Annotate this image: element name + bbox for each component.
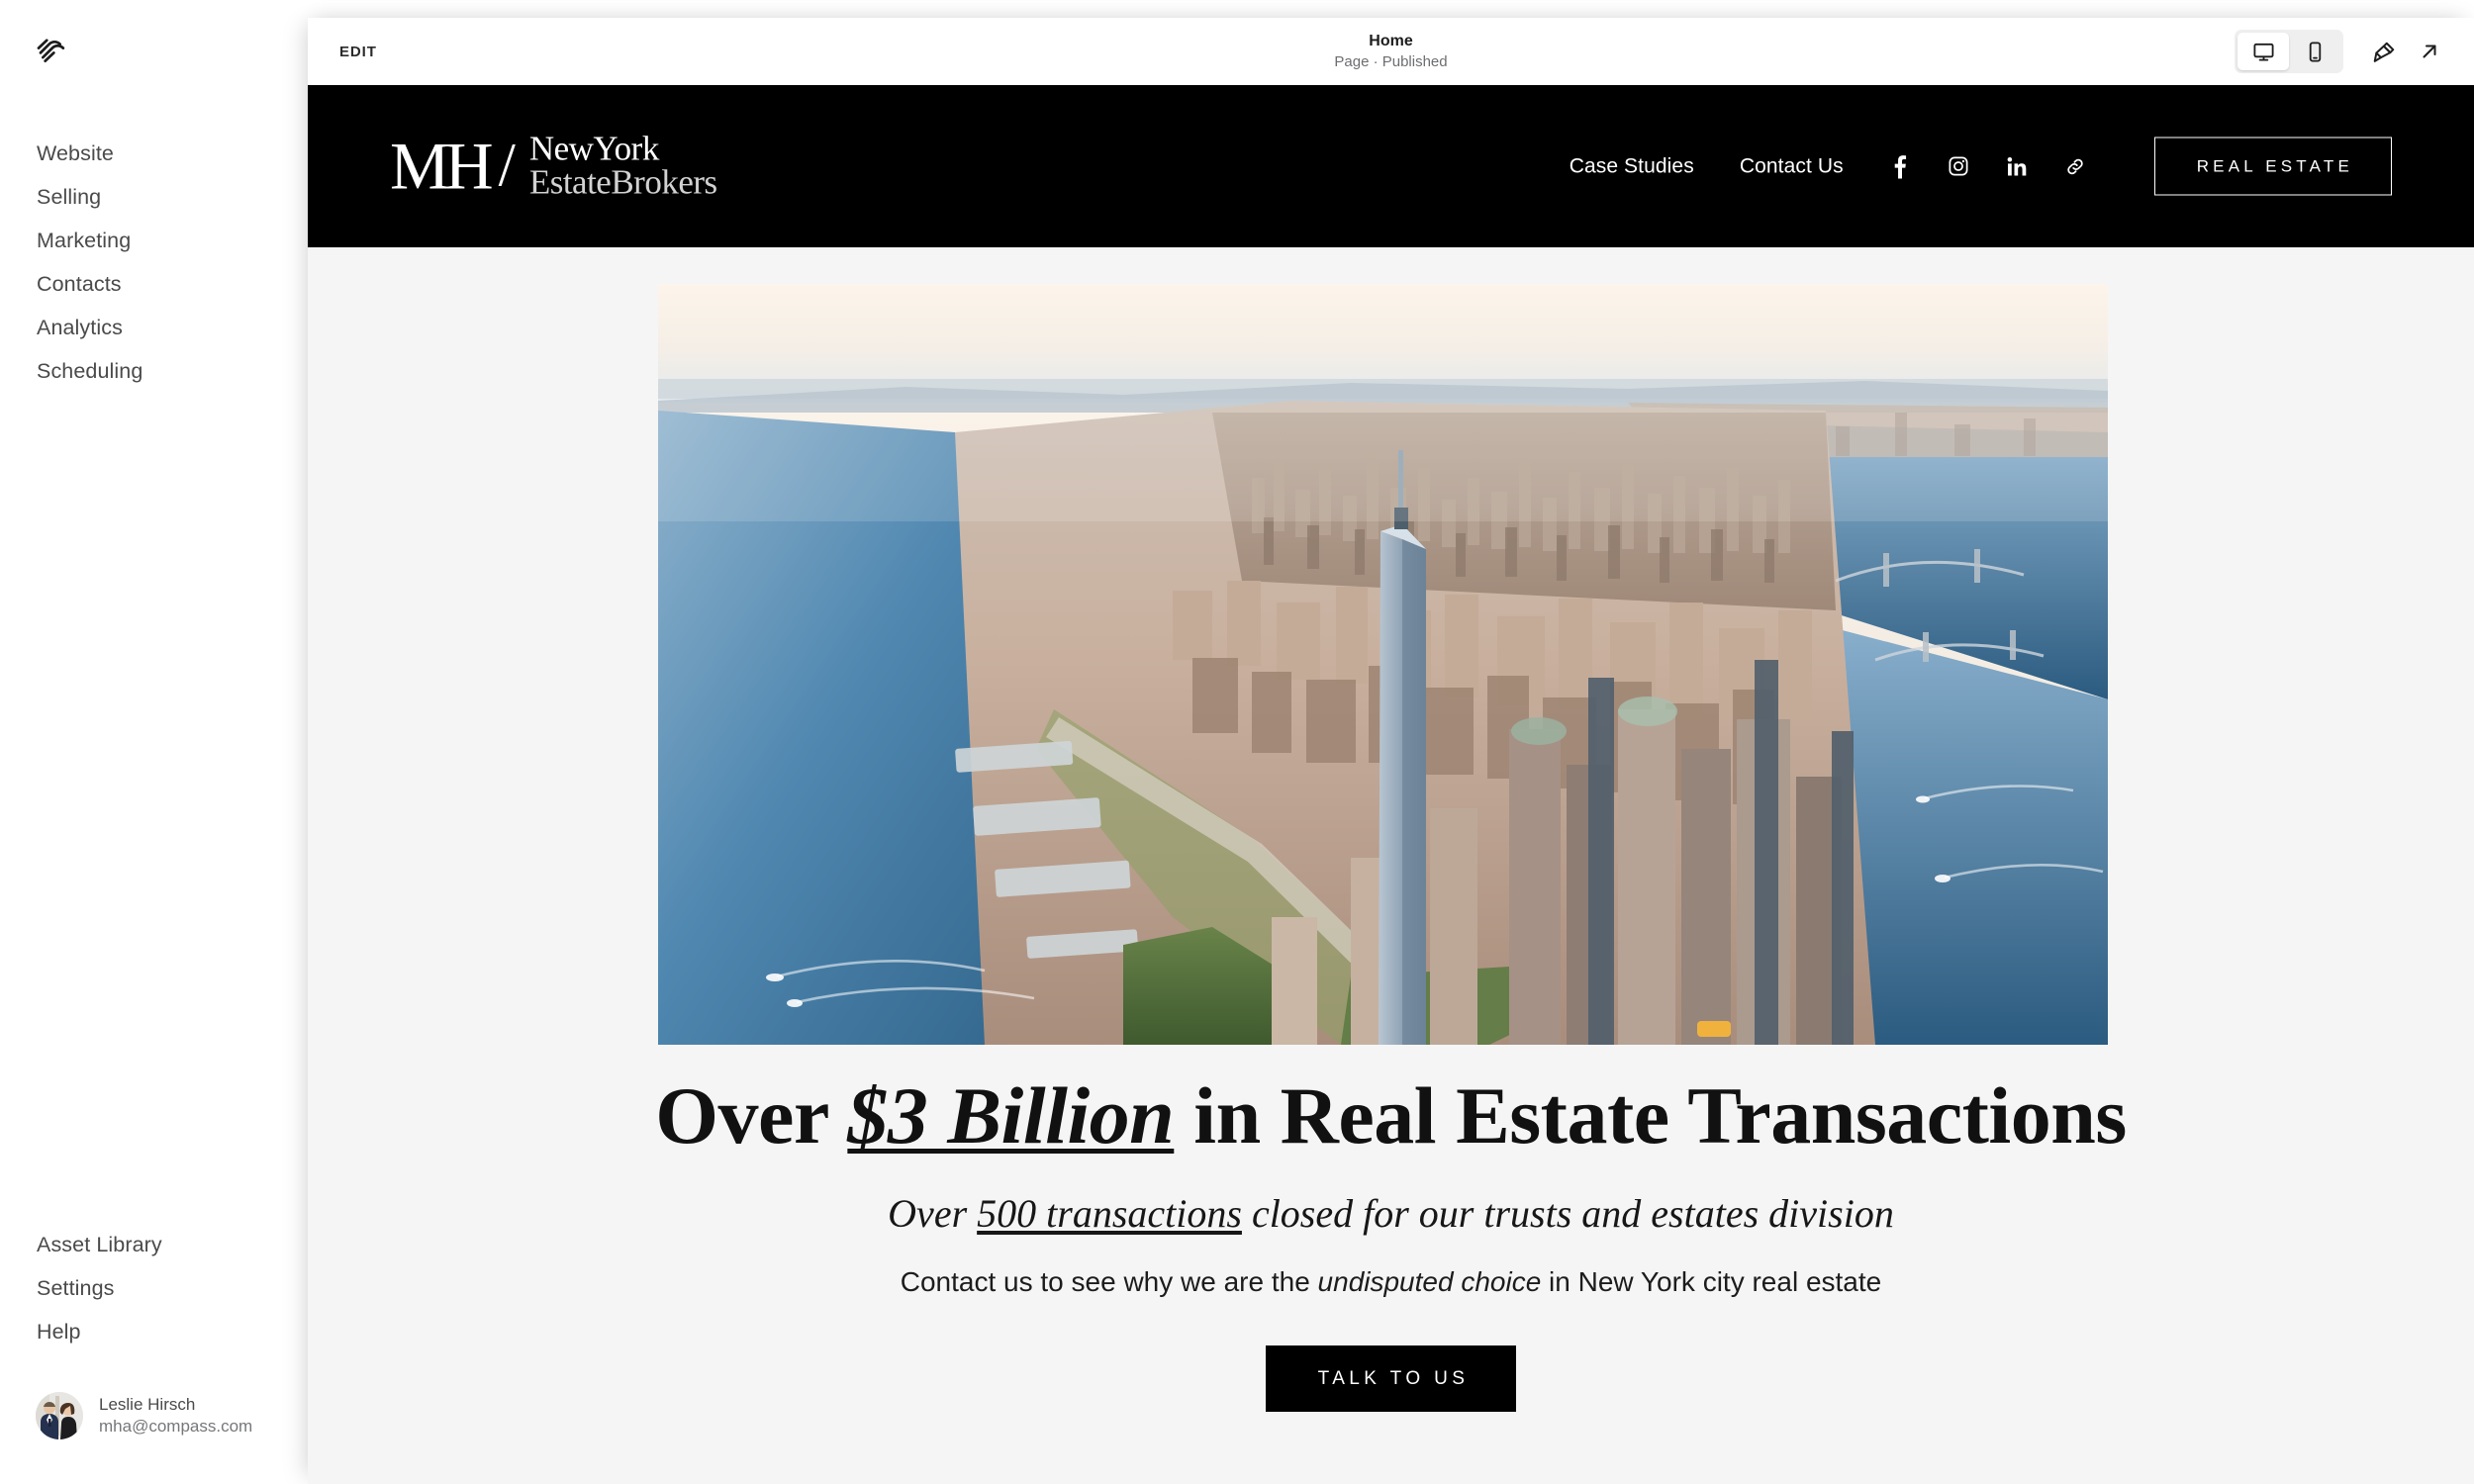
hero-headline: Over $3 Billion in Real Estate Transacti… [308,1070,2474,1160]
avatar [36,1392,83,1439]
account-text: Leslie Hirsch mha@compass.com [99,1395,252,1436]
squarespace-logo-icon[interactable] [36,36,67,65]
brand-slash: / [498,133,516,200]
arrow-up-right-icon[interactable] [2407,29,2452,74]
site-logo[interactable]: MH / NewYork EstateBrokers [390,129,717,204]
sidebar-item-website[interactable]: Website [37,142,143,165]
site-body: Over $3 Billion in Real Estate Transacti… [308,247,2474,1484]
hero-subheadline: Over 500 transactions closed for our tru… [308,1190,2474,1237]
real-estate-button[interactable]: REAL ESTATE [2153,137,2392,196]
paintbrush-icon[interactable] [2361,29,2407,74]
facebook-icon[interactable] [1889,153,1911,179]
hero-cta-wrapper: TALK TO US [308,1345,2474,1413]
link-chain-icon[interactable] [2064,153,2086,179]
sidebar-item-asset-library[interactable]: Asset Library [37,1234,162,1256]
account-switcher[interactable]: Leslie Hirsch mha@compass.com [36,1392,252,1439]
linkedin-icon[interactable] [2006,153,2028,179]
sidebar-item-scheduling[interactable]: Scheduling [37,360,143,383]
squarespace-editor-window: Website Selling Marketing Contacts Analy… [0,0,2474,1484]
device-preview-toggle [2235,30,2343,73]
sidebar-item-selling[interactable]: Selling [37,186,143,209]
brand-monogram: MH [390,129,494,204]
sidebar-item-contacts[interactable]: Contacts [37,273,143,296]
sidebar-item-help[interactable]: Help [37,1321,162,1344]
hero-tagline: Contact us to see why we are the undispu… [308,1266,2474,1298]
brand-wordmark: NewYork EstateBrokers [528,129,717,202]
editor-toolbar: EDIT Home Page · Published [308,18,2474,85]
headline-emphasis: $3 Billion [847,1070,1175,1160]
site-navigation: Case Studies Contact Us REAL ESTATE [1570,137,2392,196]
talk-to-us-button[interactable]: TALK TO US [1265,1345,1517,1413]
account-email: mha@compass.com [99,1417,253,1436]
page-title: Home [1369,33,1413,49]
subhead-part-1: Over [888,1191,978,1237]
site-nav-contact-us[interactable]: Contact Us [1740,154,1844,178]
page-meta: Home Page · Published [308,18,2474,85]
edit-button[interactable]: EDIT [339,18,377,85]
status-badge: Page · Published [1334,53,1448,70]
tagline-part-1: Contact us to see why we are the [900,1266,1318,1298]
subhead-part-2: closed for our trusts and estates divisi… [1241,1191,1894,1237]
subhead-underlined: 500 transactions [977,1191,1242,1237]
sidebar-primary-nav: Website Selling Marketing Contacts Analy… [37,142,143,383]
sidebar-item-analytics[interactable]: Analytics [37,317,143,339]
headline-part-1: Over [655,1070,848,1160]
tagline-part-2: in New York city real estate [1541,1266,1882,1298]
mobile-phone-icon[interactable] [2289,33,2340,70]
site-header: MH / NewYork EstateBrokers Case Studies … [308,85,2474,247]
brand-line-1: NewYork [528,129,660,168]
site-preview-canvas: EDIT Home Page · Published MH / NewYork … [308,18,2474,1484]
brand-line-2: EstateBrokers [528,163,717,202]
hero-image-manhattan-aerial [658,284,2108,1045]
headline-part-2: in Real Estate Transactions [1174,1070,2127,1160]
account-name: Leslie Hirsch [99,1395,196,1415]
desktop-monitor-icon[interactable] [2237,33,2289,70]
site-nav-case-studies[interactable]: Case Studies [1570,154,1694,178]
sidebar-item-marketing[interactable]: Marketing [37,230,143,252]
left-sidebar: Website Selling Marketing Contacts Analy… [0,0,308,1484]
tagline-italic: undisputed choice [1317,1266,1542,1298]
toolbar-right-controls [2235,18,2452,85]
sidebar-item-settings[interactable]: Settings [37,1277,162,1300]
sidebar-secondary-nav: Asset Library Settings Help [37,1234,162,1344]
hero-text-block: Over $3 Billion in Real Estate Transacti… [308,1070,2474,1413]
instagram-icon[interactable] [1948,153,1969,179]
